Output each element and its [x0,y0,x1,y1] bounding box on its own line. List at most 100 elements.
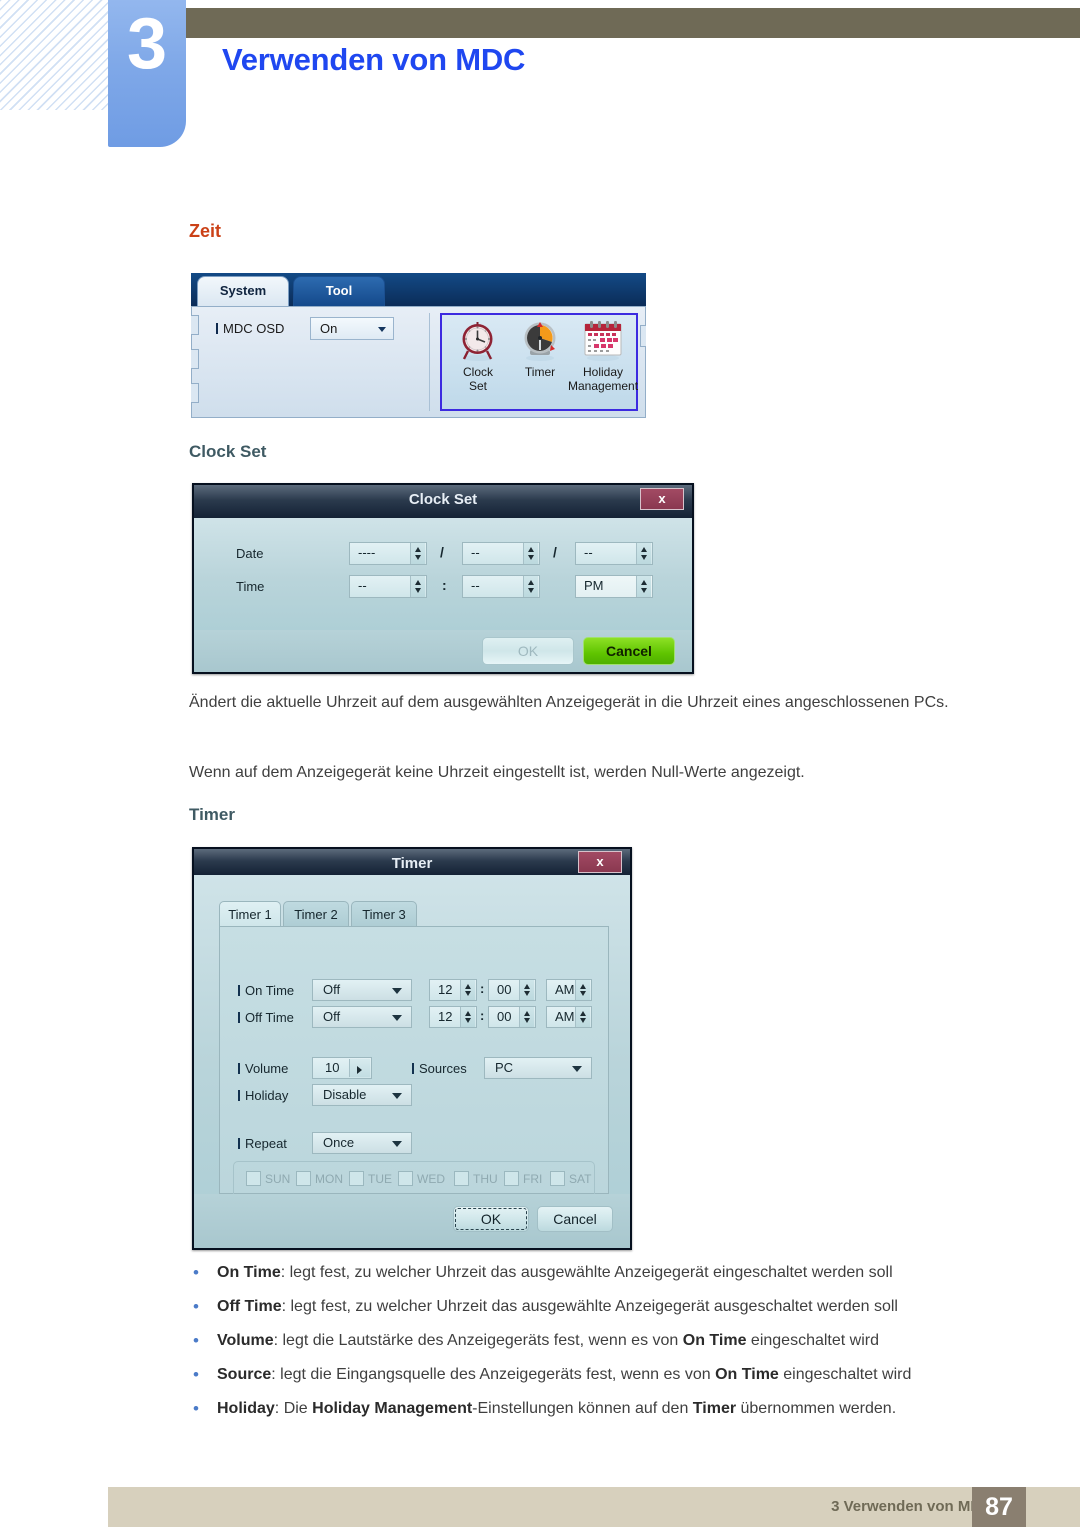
spinner-down-icon[interactable] [415,588,421,593]
repeat-select[interactable]: Once [312,1132,412,1154]
date-year-spinner[interactable]: ---- [349,542,427,565]
spinner-up-icon[interactable] [528,547,534,552]
icon-label-line1: Clock [462,365,493,379]
date-separator-2: / [553,544,557,560]
icon-button-clock-set[interactable]: Clock Set [446,317,510,393]
checkbox-tue[interactable]: TUE [349,1171,392,1186]
icon-label-line1: Timer [524,365,556,379]
on-time-meridiem-value: AM [555,982,575,997]
spinner-buttons[interactable] [523,576,538,597]
checkbox-box[interactable] [504,1171,519,1186]
off-time-minute-spinner[interactable]: 00 [488,1006,536,1028]
day-label: SAT [569,1172,592,1186]
checkbox-box[interactable] [398,1171,413,1186]
spinner-buttons[interactable] [410,576,425,597]
ok-button[interactable]: OK [482,637,574,665]
spinner-down-icon[interactable] [524,991,530,996]
icon-button-holiday-management[interactable]: Holiday Management [568,317,638,393]
volume-increase-icon[interactable] [349,1059,370,1077]
spinner-down-icon[interactable] [580,991,586,996]
spinner-buttons[interactable] [519,1007,534,1027]
spinner-buttons[interactable] [523,543,538,564]
spinner-up-icon[interactable] [641,547,647,552]
kitchen-timer-icon [508,317,572,363]
spinner-buttons[interactable] [460,980,475,1000]
chapter-number-badge: 3 [108,0,186,147]
time-meridiem-spinner[interactable]: PM [575,575,653,598]
tab-timer-3[interactable]: Timer 3 [351,901,417,927]
spinner-down-icon[interactable] [528,588,534,593]
checkbox-sun[interactable]: SUN [246,1171,290,1186]
volume-stepper[interactable]: 10 [312,1057,372,1079]
checkbox-box[interactable] [246,1171,261,1186]
tab-tool[interactable]: Tool [293,276,385,306]
spinner-up-icon[interactable] [524,984,530,989]
spinner-up-icon[interactable] [465,1011,471,1016]
checkbox-box[interactable] [349,1171,364,1186]
on-time-hour-spinner[interactable]: 12 [429,979,477,1001]
spinner-up-icon[interactable] [465,984,471,989]
spinner-buttons[interactable] [636,543,651,564]
page-title: Verwenden von MDC [222,42,526,77]
time-minute-spinner[interactable]: -- [462,575,540,598]
spinner-down-icon[interactable] [415,555,421,560]
checkbox-mon[interactable]: MON [296,1171,343,1186]
spinner-down-icon[interactable] [528,555,534,560]
footer-chapter-label: 3 Verwenden von MDC [831,1498,992,1515]
spinner-up-icon[interactable] [415,580,421,585]
cancel-button[interactable]: Cancel [583,637,675,665]
spinner-buttons[interactable] [575,980,590,1000]
spinner-buttons[interactable] [575,1007,590,1027]
spinner-down-icon[interactable] [641,555,647,560]
ok-button[interactable]: OK [453,1206,529,1232]
spinner-down-icon[interactable] [465,991,471,996]
on-time-minute-spinner[interactable]: 00 [488,979,536,1001]
spinner-up-icon[interactable] [641,580,647,585]
tab-timer-1[interactable]: Timer 1 [219,901,281,927]
spinner-buttons[interactable] [410,543,425,564]
close-icon[interactable]: x [578,851,622,873]
holiday-select[interactable]: Disable [312,1084,412,1106]
spinner-up-icon[interactable] [415,547,421,552]
spinner-buttons[interactable] [460,1007,475,1027]
off-time-meridiem-value: AM [555,1009,575,1024]
mdc-osd-select[interactable]: On [310,317,394,340]
spinner-up-icon[interactable] [524,1011,530,1016]
spinner-down-icon[interactable] [580,1018,586,1023]
tab-system[interactable]: System [197,276,289,306]
bullet-content: On Time: legt fest, zu welcher Uhrzeit d… [217,1262,893,1284]
checkbox-thu[interactable]: THU [454,1171,498,1186]
off-time-mode-select[interactable]: Off [312,1006,412,1028]
checkbox-box[interactable] [296,1171,311,1186]
checkbox-fri[interactable]: FRI [504,1171,542,1186]
on-time-meridiem-spinner[interactable]: AM [546,979,592,1001]
off-time-minute-value: 00 [497,1009,512,1024]
checkbox-sat[interactable]: SAT [550,1171,591,1186]
page-header: 3 Verwenden von MDC [0,0,1080,160]
close-icon[interactable]: x [640,488,684,510]
off-time-meridiem-spinner[interactable]: AM [546,1006,592,1028]
spinner-up-icon[interactable] [580,984,586,989]
tab-timer-2[interactable]: Timer 2 [283,901,349,927]
date-day-spinner[interactable]: -- [575,542,653,565]
day-label: SUN [265,1172,291,1186]
date-month-spinner[interactable]: -- [462,542,540,565]
on-time-mode-select[interactable]: Off [312,979,412,1001]
spinner-buttons[interactable] [636,576,651,597]
time-hour-spinner[interactable]: -- [349,575,427,598]
decorative-hatch-pattern [0,0,110,110]
spinner-down-icon[interactable] [641,588,647,593]
icon-button-timer[interactable]: Timer [508,317,572,379]
checkbox-wed[interactable]: WED [398,1171,445,1186]
spinner-down-icon[interactable] [524,1018,530,1023]
cancel-button[interactable]: Cancel [537,1206,613,1232]
checkbox-box[interactable] [454,1171,469,1186]
list-item: • Off Time: legt fest, zu welcher Uhrzei… [189,1296,1009,1330]
spinner-down-icon[interactable] [465,1018,471,1023]
spinner-up-icon[interactable] [528,580,534,585]
sources-select[interactable]: PC [484,1057,592,1079]
off-time-hour-spinner[interactable]: 12 [429,1006,477,1028]
spinner-buttons[interactable] [519,980,534,1000]
spinner-up-icon[interactable] [580,1011,586,1016]
checkbox-box[interactable] [550,1171,565,1186]
